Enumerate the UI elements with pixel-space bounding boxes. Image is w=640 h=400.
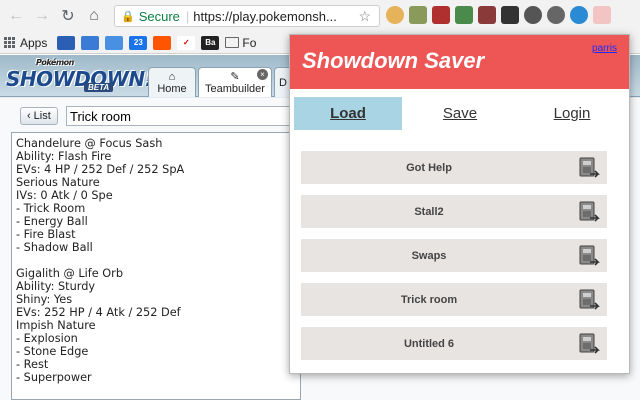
- import-line: IVs: 0 Atk / 0 Spe: [16, 189, 113, 202]
- bookmark-3-icon[interactable]: [105, 35, 124, 50]
- import-line: EVs: 4 HP / 252 Def / 252 SpA: [16, 163, 185, 176]
- saved-team-name: Swaps: [411, 249, 447, 262]
- saved-team-name: Stall2: [414, 205, 444, 218]
- import-line: - Shadow Ball: [16, 241, 93, 254]
- load-team-icon[interactable]: [577, 288, 601, 312]
- load-team-icon[interactable]: [577, 244, 601, 268]
- address-bar[interactable]: 🔒 Secure | https://play.pokemonsh... ☆: [114, 5, 380, 27]
- saved-team-item[interactable]: Got Help: [301, 151, 607, 184]
- load-team-icon[interactable]: [577, 200, 601, 224]
- search-extension-icon[interactable]: [524, 6, 542, 24]
- import-line: [16, 254, 296, 267]
- saved-team-item[interactable]: Stall2: [301, 195, 607, 228]
- tab-partial-label: D: [279, 76, 287, 89]
- import-line: - Energy Ball: [16, 215, 88, 228]
- swoosh-bookmark-icon[interactable]: ✓: [177, 35, 196, 50]
- home-tab-icon: ⌂: [168, 70, 176, 83]
- import-line: - Stone Edge: [16, 345, 89, 358]
- saved-team-item[interactable]: Swaps: [301, 239, 607, 272]
- bookmark-star-icon[interactable]: ☆: [358, 8, 371, 25]
- lock-icon: 🔒: [121, 10, 135, 23]
- import-line: EVs: 252 HP / 4 Atk / 252 Def: [16, 306, 181, 319]
- import-line: - Rest: [16, 358, 49, 371]
- team-name-input[interactable]: [66, 106, 306, 126]
- compass-extension-icon[interactable]: [570, 6, 588, 24]
- reload-icon[interactable]: ↻: [56, 4, 80, 28]
- ba-bookmark-icon[interactable]: Ba: [201, 35, 220, 50]
- list-button[interactable]: ‹ List: [20, 107, 58, 125]
- calendar-bookmark-icon[interactable]: 23: [129, 35, 148, 50]
- browser-toolbar: ← → ↻ ⌂ 🔒 Secure | https://play.pokemons…: [0, 0, 640, 32]
- extensions-row: [386, 6, 611, 24]
- mustache-extension-icon[interactable]: [501, 6, 519, 24]
- tab-save[interactable]: Save: [406, 97, 514, 130]
- apps-bookmark[interactable]: Apps: [4, 36, 47, 50]
- close-tab-icon[interactable]: ×: [257, 69, 268, 80]
- showdown-saver-popup: Showdown Saver parris Load Save Login Go…: [289, 34, 630, 374]
- cookie-extension-icon[interactable]: [386, 6, 404, 24]
- load-team-icon[interactable]: [577, 156, 601, 180]
- folder-bookmark-label: Fo: [242, 35, 257, 50]
- team-import-textarea[interactable]: Chandelure @ Focus Sash Ability: Flash Fi…: [11, 132, 301, 400]
- back-arrow-icon[interactable]: ←: [4, 4, 28, 28]
- list-button-label: List: [33, 110, 51, 122]
- folder-bookmark[interactable]: Fo: [225, 36, 256, 50]
- username-link[interactable]: parris: [592, 43, 617, 54]
- tab-teambuilder-label: Teambuilder: [205, 82, 265, 95]
- mail-bookmark-icon[interactable]: [81, 35, 100, 50]
- logo-showdown-text: SHOWDOWN!: [6, 67, 154, 91]
- logo-pokemon-text: Pokémon: [36, 58, 74, 67]
- home-icon[interactable]: ⌂: [82, 4, 106, 28]
- pencil-tab-icon: ✎: [230, 70, 240, 83]
- soundcloud-bookmark-icon[interactable]: [153, 35, 172, 50]
- saved-team-name: Trick room: [400, 293, 458, 306]
- saved-team-name: Untitled 6: [403, 337, 455, 350]
- tab-load[interactable]: Load: [294, 97, 402, 130]
- import-line: - Trick Room: [16, 202, 86, 215]
- import-line: Impish Nature: [16, 319, 96, 332]
- import-line: - Superpower: [16, 371, 92, 384]
- import-line: Ability: Flash Fire: [16, 150, 112, 163]
- import-line: Ability: Sturdy: [16, 280, 96, 293]
- recycle-extension-icon[interactable]: [455, 6, 473, 24]
- import-line: Chandelure @ Focus Sash: [16, 137, 163, 150]
- apps-label: Apps: [20, 35, 48, 50]
- tab-login[interactable]: Login: [518, 97, 626, 130]
- import-line: Gigalith @ Life Orb: [16, 267, 123, 280]
- badge-extension-icon[interactable]: [432, 6, 450, 24]
- folder-icon: [225, 37, 240, 48]
- tab-home-label: Home: [157, 82, 187, 95]
- apps-grid-icon: [4, 36, 16, 49]
- tab-home[interactable]: ⌂ Home: [148, 67, 196, 97]
- tab-teambuilder[interactable]: ✎ Teambuilder ×: [198, 67, 272, 97]
- forward-arrow-icon[interactable]: →: [30, 4, 54, 28]
- money-extension-icon[interactable]: [409, 6, 427, 24]
- omnibox-separator: |: [185, 8, 190, 24]
- import-line: Shiny: Yes: [16, 293, 73, 306]
- chevron-left-icon: ‹: [27, 110, 31, 122]
- gear-extension-icon[interactable]: [547, 6, 565, 24]
- url-text: https://play.pokemonsh...: [193, 8, 337, 24]
- hat-extension-icon[interactable]: [478, 6, 496, 24]
- saved-team-item[interactable]: Untitled 6: [301, 327, 607, 360]
- import-line: - Fire Blast: [16, 228, 76, 241]
- saved-team-name: Got Help: [406, 161, 452, 174]
- secure-label: Secure: [138, 8, 180, 24]
- popup-title: Showdown Saver: [302, 48, 485, 73]
- logo-beta-badge: BETA: [84, 83, 114, 92]
- showdown-saver-extension-icon[interactable]: [593, 6, 611, 24]
- bookmark-1-icon[interactable]: [57, 35, 76, 50]
- popup-header: Showdown Saver parris: [290, 35, 629, 89]
- load-team-icon[interactable]: [577, 332, 601, 356]
- saved-team-item[interactable]: Trick room: [301, 283, 607, 316]
- import-line: Serious Nature: [16, 176, 100, 189]
- showdown-logo[interactable]: Pokémon SHOWDOWN!: [6, 58, 154, 92]
- import-line: - Explosion: [16, 332, 78, 345]
